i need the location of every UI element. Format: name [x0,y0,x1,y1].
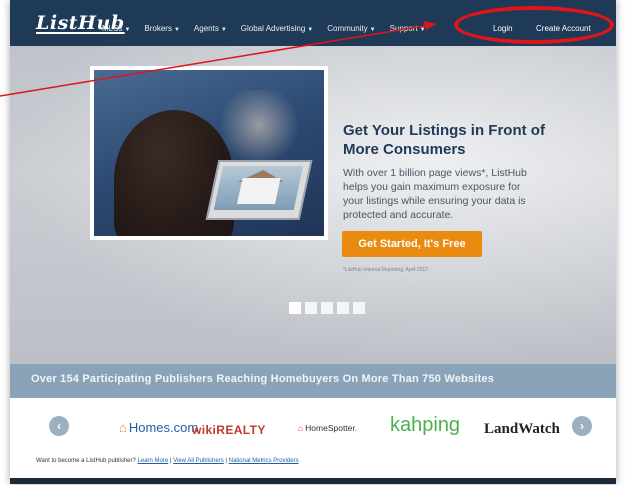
annotation-overlay [0,21,437,97]
red-annotation-arrow [0,23,437,97]
arrow-head-icon [424,21,436,30]
